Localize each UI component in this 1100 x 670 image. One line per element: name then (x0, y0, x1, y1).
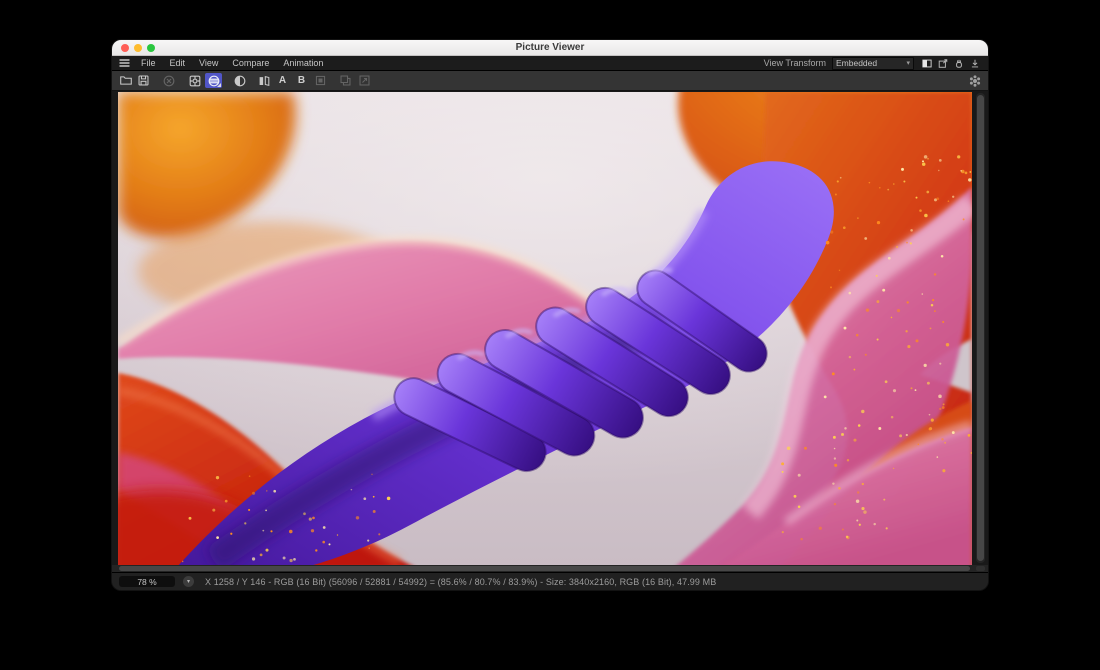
viewer-image (118, 92, 972, 568)
vertical-scrollbar[interactable] (976, 93, 985, 563)
menu-animation[interactable]: Animation (276, 56, 330, 70)
compare-a-button[interactable]: A (274, 73, 291, 88)
scrollbar-corner (976, 566, 985, 571)
pixel-info-text: X 1258 / Y 146 - RGB (16 Bit) (56096 / 5… (205, 577, 716, 587)
cancel-render-button (160, 73, 177, 88)
color-management-button[interactable] (205, 73, 222, 88)
menu-file[interactable]: File (134, 56, 163, 70)
zoom-window-button[interactable] (147, 44, 155, 52)
vertical-scrollbar-thumb[interactable] (977, 95, 984, 561)
menu-compare[interactable]: Compare (225, 56, 276, 70)
image-viewport[interactable] (112, 91, 988, 565)
view-transform-select[interactable]: Embedded ▾ (832, 57, 914, 70)
close-window-button[interactable] (121, 44, 129, 52)
horizontal-scrollbar-thumb[interactable] (119, 566, 970, 571)
title-bar: Picture Viewer (112, 40, 988, 56)
copy-image-button (337, 73, 354, 88)
minimize-window-button[interactable] (134, 44, 142, 52)
view-transform-value: Embedded (836, 58, 877, 68)
contrast-button[interactable] (231, 73, 248, 88)
download-icon[interactable] (968, 57, 981, 69)
hand-tool-icon[interactable] (952, 57, 965, 69)
render-settings-icon[interactable] (966, 73, 983, 88)
status-bar: 78 % ▾ X 1258 / Y 146 - RGB (16 Bit) (56… (112, 572, 988, 590)
window-title: Picture Viewer (112, 42, 988, 53)
horizontal-scrollbar[interactable] (112, 565, 988, 572)
hamburger-menu-icon[interactable] (119, 58, 130, 68)
traffic-lights (121, 44, 155, 52)
zoom-dropdown-button[interactable]: ▾ (183, 576, 194, 587)
export-image-button (356, 73, 373, 88)
chevron-down-icon: ▾ (187, 579, 190, 585)
view-transform-label: View Transform (764, 58, 826, 68)
compare-b-button[interactable]: B (293, 73, 310, 88)
split-view-icon[interactable] (920, 57, 933, 69)
save-file-button[interactable] (135, 73, 152, 88)
toolbar: A B (112, 71, 988, 91)
render-region-button[interactable] (186, 73, 203, 88)
compare-pages-icon[interactable] (255, 73, 272, 88)
zoom-level-field[interactable]: 78 % (119, 576, 175, 587)
menu-edit[interactable]: Edit (163, 56, 193, 70)
menu-view[interactable]: View (192, 56, 225, 70)
chevron-down-icon: ▾ (906, 60, 910, 67)
picture-viewer-window: Picture Viewer File Edit View Compare An… (112, 40, 988, 590)
open-file-button[interactable] (117, 73, 134, 88)
menu-bar: File Edit View Compare Animation View Tr… (112, 56, 988, 71)
swap-ab-button (312, 73, 329, 88)
open-external-icon[interactable] (936, 57, 949, 69)
